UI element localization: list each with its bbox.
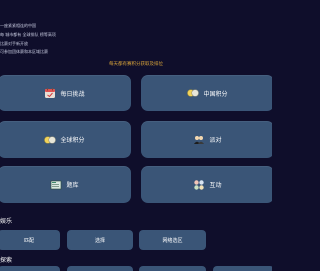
- section-title-explore: 探索: [0, 257, 13, 264]
- coins-icon: [187, 87, 200, 99]
- daily-challenge-label: 每日挑战: [60, 90, 85, 98]
- china-points-button[interactable]: 中国积分: [141, 75, 272, 111]
- match-label: 匹配: [23, 237, 34, 244]
- info-notes: 一座紧紧相连的中国 每 城市都有 全球排队 榜等高项 比赛对手新开放 可参加团体…: [0, 22, 140, 57]
- info-note: 每 城市都有 全球排队 榜等高项: [0, 31, 56, 37]
- party-label: 派对: [209, 137, 222, 144]
- global-points-button[interactable]: 全球积分: [0, 121, 131, 158]
- net-select-button[interactable]: 网络选区: [139, 230, 206, 250]
- people-icon: [193, 134, 205, 146]
- global-points-label: 全球积分: [60, 137, 85, 144]
- section-title-entertainment: 娱乐: [0, 218, 13, 225]
- explore-button[interactable]: [0, 266, 60, 271]
- interact-label: 互动: [209, 182, 222, 189]
- question-bank-button[interactable]: 题库: [0, 166, 131, 203]
- select-label: 选择: [94, 237, 105, 244]
- net-select-label: 网络选区: [162, 237, 183, 244]
- info-note: 可参加团体赛和本区域比赛: [0, 49, 48, 55]
- question-bank-label: 题库: [66, 182, 79, 189]
- promo-banner[interactable]: 每天都有赛积分获取及排位: [0, 61, 272, 67]
- book-icon: [50, 179, 62, 191]
- explore-button[interactable]: [139, 266, 206, 271]
- explore-button[interactable]: [213, 266, 272, 271]
- info-note: 比赛对手新开放: [0, 40, 28, 46]
- explore-button[interactable]: [67, 266, 133, 271]
- interaction-icon: [193, 179, 205, 191]
- info-note: 一座紧紧相连的中国: [0, 23, 36, 28]
- app-screen: 一座紧紧相连的中国 每 城市都有 全球排队 榜等高项 比赛对手新开放 可参加团体…: [0, 0, 272, 271]
- match-button[interactable]: 匹配: [0, 230, 60, 250]
- daily-challenge-button[interactable]: 每日挑战: [0, 75, 131, 111]
- coins-icon: [44, 134, 57, 146]
- party-button[interactable]: 派对: [141, 121, 272, 158]
- interact-button[interactable]: 互动: [141, 166, 272, 203]
- calendar-icon: [44, 87, 56, 99]
- china-points-label: 中国积分: [203, 90, 228, 98]
- select-button[interactable]: 选择: [67, 230, 133, 250]
